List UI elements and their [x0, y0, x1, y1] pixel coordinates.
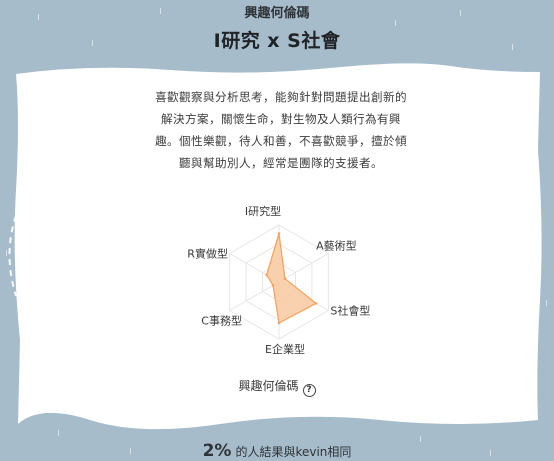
match-stat: 2% 的人結果與kevin相同	[0, 441, 554, 461]
legend-label: 興趣何倫碼	[238, 379, 299, 393]
radar-axis-label: A藝術型	[316, 239, 357, 253]
match-percent: 2%	[202, 441, 232, 461]
radar-point	[283, 277, 287, 280]
match-text: 的人結果與kevin相同	[235, 445, 352, 459]
radar-axis-label: C事務型	[201, 314, 242, 328]
radar-point	[271, 284, 275, 287]
radar-axis-label: I研究型	[245, 204, 281, 218]
radar-point	[314, 302, 318, 305]
radar-chart: I研究型 A藝術型 S社會型 E企業型 C事務型 R實做型	[187, 204, 370, 356]
radar-point	[277, 321, 281, 325]
personality-description: 喜歡觀察與分析思考，能夠針對問題提出創新的解決方案，關懷生命，對生物及人類行為有…	[155, 90, 407, 170]
question-circle-icon[interactable]: ?	[302, 384, 316, 397]
radar-axis-label: E企業型	[265, 342, 305, 356]
legend: 興趣何倫碼?	[0, 377, 554, 397]
radar-axis-label: R實做型	[187, 247, 228, 261]
radar-point	[265, 273, 268, 277]
radar-axis-label: S社會型	[330, 304, 370, 318]
radar-point	[277, 232, 281, 235]
